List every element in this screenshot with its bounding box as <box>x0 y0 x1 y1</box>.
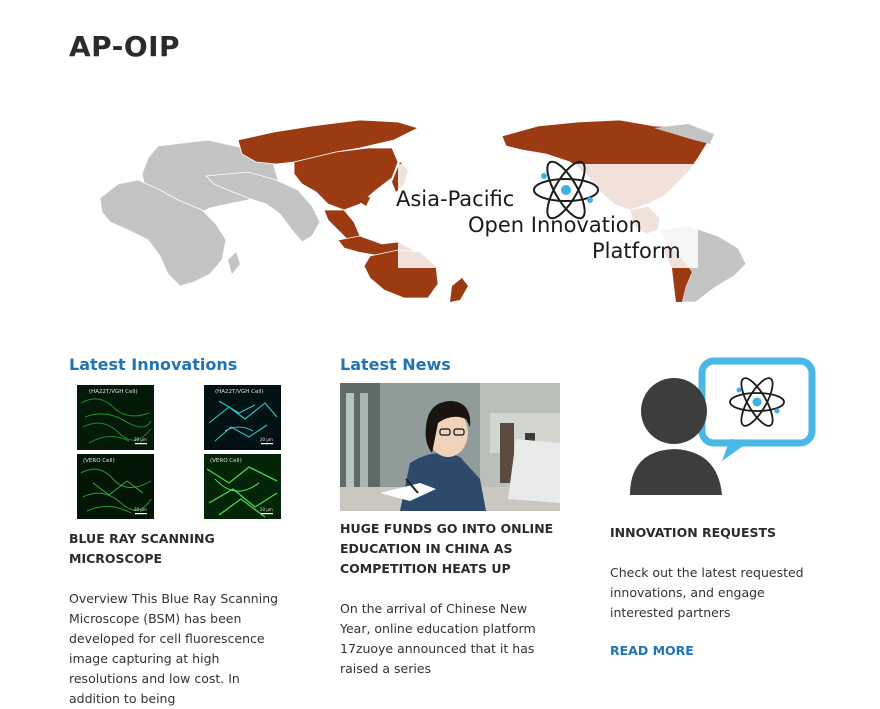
svg-text:(VERO Cell): (VERO Cell) <box>83 458 115 464</box>
banner-line-2: Open Innovation <box>468 213 642 237</box>
svg-text:20 µm: 20 µm <box>134 437 147 442</box>
svg-text:(VERO Cell): (VERO Cell) <box>210 458 242 464</box>
cell-image-bottom-right: (VERO Cell) 20 µm <box>204 454 281 519</box>
read-more-link[interactable]: READ MORE <box>610 643 694 658</box>
innovations-heading[interactable]: Latest Innovations <box>69 352 289 378</box>
svg-text:20 µm: 20 µm <box>260 437 273 442</box>
person-idea-icon[interactable] <box>610 357 825 501</box>
cell-image-top-left: (HA22T/VGH Cell) 20 µm <box>77 385 154 450</box>
innovation-item-title[interactable]: BLUE RAY SCANNING MICROSCOPE <box>69 529 289 569</box>
svg-text:(HA22T/VGH Cell): (HA22T/VGH Cell) <box>215 389 264 395</box>
laptop <box>508 439 560 503</box>
svg-text:20 µm: 20 µm <box>260 507 273 512</box>
innovations-column: Latest Innovations (HA22T/VGH Cell) 20 µ… <box>69 352 289 709</box>
news-column: Latest News HUGE FUNDS GO INTO ONLINE ED… <box>340 352 560 679</box>
news-photo[interactable] <box>340 383 560 515</box>
new-zealand-shape <box>450 278 468 302</box>
news-heading[interactable]: Latest News <box>340 352 560 378</box>
speech-bubble-icon <box>698 357 816 461</box>
svg-text:(HA22T/VGH Cell): (HA22T/VGH Cell) <box>89 389 138 395</box>
banner-line-3: Platform <box>592 239 681 263</box>
news-excerpt: On the arrival of Chinese New Year, onli… <box>340 601 536 676</box>
requests-excerpt: Check out the latest requested innovatio… <box>610 565 804 620</box>
banner-line-1: Asia-Pacific <box>396 187 514 211</box>
requests-item-title[interactable]: INNOVATION REQUESTS <box>610 523 825 543</box>
svg-text:20 µm: 20 µm <box>134 507 147 512</box>
innovation-excerpt: Overview This Blue Ray Scanning Microsco… <box>69 591 279 706</box>
madagascar-shape <box>228 252 240 274</box>
cell-image-top-right: (HA22T/VGH Cell) 20 µm <box>204 385 281 450</box>
news-item-title[interactable]: HUGE FUNDS GO INTO ONLINE EDUCATION IN C… <box>340 519 560 579</box>
microscope-image[interactable]: (HA22T/VGH Cell) 20 µm (HA22T/VGH Cell) … <box>69 383 289 524</box>
banner-map[interactable]: Asia-Pacific Open Innovation Platform <box>98 118 782 304</box>
site-title[interactable]: AP-OIP <box>69 30 180 63</box>
cell-image-bottom-left: (VERO Cell) 20 µm <box>77 454 154 519</box>
requests-column: INNOVATION REQUESTS Check out the latest… <box>610 352 825 659</box>
